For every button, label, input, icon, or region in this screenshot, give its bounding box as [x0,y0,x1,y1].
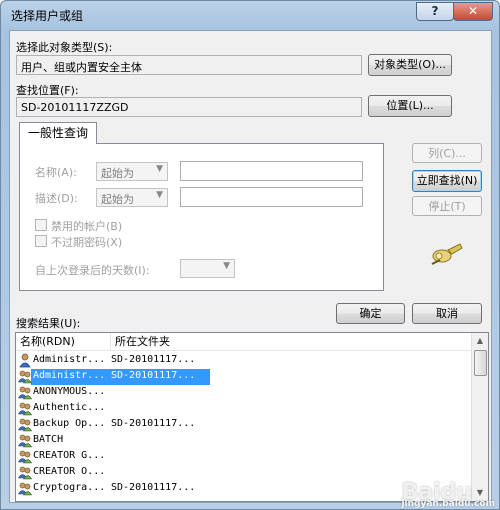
description-input[interactable] [180,187,363,207]
disabled-accounts-checkbox[interactable] [35,219,47,231]
name-input[interactable] [180,161,363,181]
table-row[interactable]: ANONYMOUS... [17,385,472,401]
chevron-down-icon: ▼ [156,190,163,200]
days-since-logon-combo[interactable]: ▼ [180,259,235,278]
name-mode-combo[interactable]: 起始为 ▼ [96,162,168,181]
group-icon [17,465,33,480]
table-row[interactable]: CREATOR O... [17,465,472,481]
group-icon [17,385,33,400]
scroll-up-icon[interactable]: ▲ [472,333,488,349]
table-row[interactable]: Authentic... [17,401,472,417]
group-icon [17,417,33,432]
row-folder: SD-20101117... [111,354,196,365]
ok-button[interactable]: 确定 [336,303,405,324]
table-row[interactable]: BATCH [17,433,472,449]
chevron-down-icon: ▼ [223,261,230,271]
table-row[interactable]: Backup Op... SD-20101117... [17,417,472,433]
object-type-label: 选择此对象类型(S): [16,41,113,54]
columns-button[interactable]: 列(C)... [412,143,482,163]
table-row[interactable]: Administr... SD-20101117... [17,353,472,369]
name-mode-value: 起始为 [101,167,134,180]
search-results-list[interactable]: 名称(RDN) 所在文件夹 Administr... SD-20101117...… [15,332,489,502]
group-icon [17,449,33,464]
locations-button[interactable]: 位置(L)... [368,95,452,117]
close-button[interactable]: ✕ [453,2,493,21]
row-name: CREATOR O... [33,466,106,477]
user-icon [18,353,32,368]
row-name: Cryptogra... [33,482,106,493]
tab-common-queries[interactable]: 一般性查询 [19,122,97,144]
table-row[interactable]: CREATOR G... [17,449,472,465]
column-header-folder[interactable]: 所在文件夹 [111,333,473,351]
row-name: Backup Op... [33,418,106,429]
non-expiring-password-checkbox[interactable] [35,235,47,247]
cancel-button[interactable]: 取消 [412,303,482,324]
name-label: 名称(A): [35,166,77,179]
table-row[interactable]: Administr... SD-20101117... [17,369,472,385]
column-header-name[interactable]: 名称(RDN) [16,333,111,351]
description-label: 描述(D): [35,192,78,205]
help-button[interactable]: ? [416,2,454,21]
watermark-url: jingyan.baidu.com [401,499,495,509]
description-mode-value: 起始为 [101,193,134,206]
days-since-logon-label: 自上次登录后的天数(I): [35,264,150,277]
dialog-window: 选择用户或组 ? ✕ 选择此对象类型(S): 用户、组或内置安全主体 对象类型(… [0,0,500,510]
object-type-field: 用户、组或内置安全主体 [16,55,362,75]
row-folder: SD-20101117... [111,370,196,381]
row-folder: SD-20101117... [111,418,196,429]
description-mode-combo[interactable]: 起始为 ▼ [96,188,168,207]
vertical-scrollbar[interactable]: ▲ ▼ [471,333,488,501]
group-icon [17,369,33,384]
common-queries-panel: 名称(A): 起始为 ▼ 描述(D): 起始为 ▼ 禁用的帐户(B) 不过期密码… [19,143,384,291]
row-folder: SD-20101117... [111,482,196,493]
baidu-watermark: Baidu jingyan.baidu.com [401,480,495,509]
window-title: 选择用户或组 [11,9,84,23]
group-icon [17,481,33,496]
search-results-label: 搜索结果(U): [16,317,81,330]
group-icon [17,433,33,448]
scrollbar-thumb[interactable] [474,350,487,376]
group-icon [17,401,33,416]
location-label: 查找位置(F): [16,84,79,97]
stop-button[interactable]: 停止(T) [412,196,482,216]
title-bar[interactable]: 选择用户或组 ? ✕ [1,1,499,29]
find-now-button[interactable]: 立即查找(N) [412,170,482,192]
dialog-body: 选择此对象类型(S): 用户、组或内置安全主体 对象类型(O)... 查找位置(… [9,30,492,503]
non-expiring-password-label: 不过期密码(X) [51,236,123,249]
search-people-icon [431,243,463,265]
location-field: SD-20101117ZZGD [16,97,362,117]
chevron-down-icon: ▼ [156,164,163,174]
row-name: Administr... [33,370,106,381]
disabled-accounts-label: 禁用的帐户(B) [51,220,123,233]
row-name: CREATOR G... [33,450,106,461]
object-types-button[interactable]: 对象类型(O)... [368,54,452,76]
row-name: Administr... [33,354,106,365]
row-name: ANONYMOUS... [33,386,106,397]
row-name: Authentic... [33,402,106,413]
row-name: BATCH [33,434,64,445]
